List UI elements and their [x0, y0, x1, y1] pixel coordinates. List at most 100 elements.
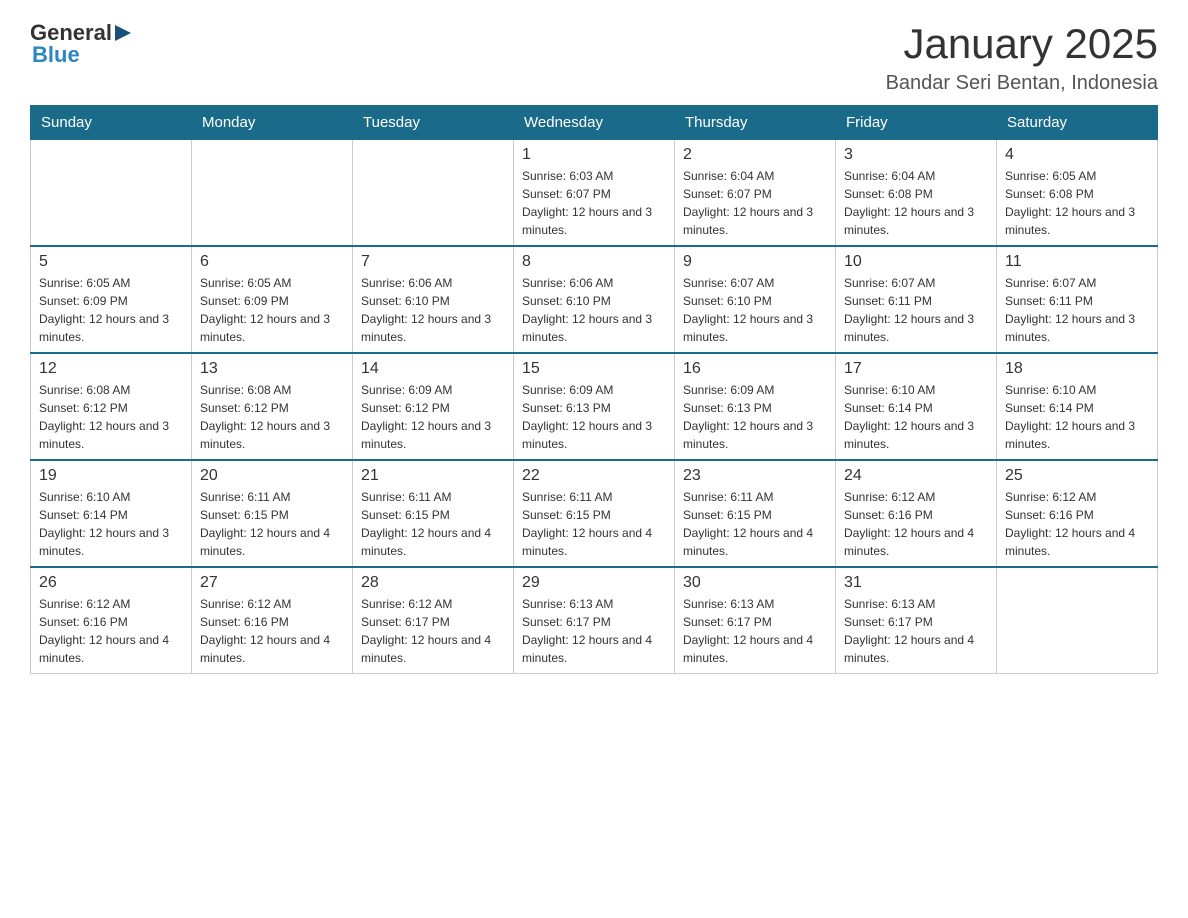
- calendar-cell: 23Sunrise: 6:11 AMSunset: 6:15 PMDayligh…: [675, 460, 836, 567]
- calendar-cell: 15 Sunrise: 6:09 AMSunset: 6:13 PMDayligh…: [514, 353, 675, 460]
- header-day-tuesday: Tuesday: [353, 106, 514, 140]
- week-row-3: 12 Sunrise: 6:08 AMSunset: 6:12 PMDayligh…: [31, 353, 1158, 460]
- calendar-cell: [997, 567, 1158, 674]
- day-info: Sunrise: 6:11 AMSunset: 6:15 PMDaylight:…: [200, 488, 344, 560]
- day-number: 30: [683, 574, 827, 592]
- day-info: Sunrise: 6:09 AMSunset: 6:12 PMDaylight:…: [361, 381, 505, 453]
- day-number: 28: [361, 574, 505, 592]
- calendar-cell: 30 Sunrise: 6:13 AMSunset: 6:17 PMDayligh…: [675, 567, 836, 674]
- day-number: 17: [844, 360, 988, 378]
- title-block: January 2025 Bandar Seri Bentan, Indones…: [886, 20, 1158, 95]
- day-number: 7: [361, 253, 505, 271]
- day-info: Sunrise: 6:09 AMSunset: 6:13 PMDaylight:…: [522, 381, 666, 453]
- calendar-cell: [353, 140, 514, 247]
- week-row-4: 19 Sunrise: 6:10 AMSunset: 6:14 PMDayligh…: [31, 460, 1158, 567]
- day-number: 8: [522, 253, 666, 271]
- day-number: 3: [844, 146, 988, 164]
- day-number: 6: [200, 253, 344, 271]
- week-row-1: 1 Sunrise: 6:03 AMSunset: 6:07 PMDaylight…: [31, 140, 1158, 247]
- calendar-cell: 7 Sunrise: 6:06 AMSunset: 6:10 PMDaylight…: [353, 246, 514, 353]
- day-info: Sunrise: 6:07 AMSunset: 6:11 PMDaylight:…: [844, 274, 988, 346]
- logo-blue-text: Blue: [32, 42, 80, 68]
- calendar-cell: 10Sunrise: 6:07 AMSunset: 6:11 PMDayligh…: [836, 246, 997, 353]
- day-info: Sunrise: 6:09 AMSunset: 6:13 PMDaylight:…: [683, 381, 827, 453]
- calendar-cell: 19 Sunrise: 6:10 AMSunset: 6:14 PMDayligh…: [31, 460, 192, 567]
- day-info: Sunrise: 6:13 AMSunset: 6:17 PMDaylight:…: [844, 595, 988, 667]
- week-row-5: 26 Sunrise: 6:12 AMSunset: 6:16 PMDayligh…: [31, 567, 1158, 674]
- calendar-cell: 31 Sunrise: 6:13 AMSunset: 6:17 PMDayligh…: [836, 567, 997, 674]
- day-info: Sunrise: 6:10 AMSunset: 6:14 PMDaylight:…: [1005, 381, 1149, 453]
- day-number: 29: [522, 574, 666, 592]
- calendar-cell: 25 Sunrise: 6:12 AMSunset: 6:16 PMDayligh…: [997, 460, 1158, 567]
- calendar-cell: 2 Sunrise: 6:04 AMSunset: 6:07 PMDaylight…: [675, 140, 836, 247]
- day-number: 13: [200, 360, 344, 378]
- day-number: 18: [1005, 360, 1149, 378]
- calendar-cell: 18 Sunrise: 6:10 AMSunset: 6:14 PMDayligh…: [997, 353, 1158, 460]
- logo-flag-icon: [113, 23, 133, 43]
- day-number: 12: [39, 360, 183, 378]
- calendar-cell: 29 Sunrise: 6:13 AMSunset: 6:17 PMDayligh…: [514, 567, 675, 674]
- week-row-2: 5Sunrise: 6:05 AMSunset: 6:09 PMDaylight…: [31, 246, 1158, 353]
- header-row: SundayMondayTuesdayWednesdayThursdayFrid…: [31, 106, 1158, 140]
- calendar-cell: [192, 140, 353, 247]
- calendar-cell: 14Sunrise: 6:09 AMSunset: 6:12 PMDayligh…: [353, 353, 514, 460]
- day-info: Sunrise: 6:07 AMSunset: 6:10 PMDaylight:…: [683, 274, 827, 346]
- day-number: 31: [844, 574, 988, 592]
- day-info: Sunrise: 6:12 AMSunset: 6:16 PMDaylight:…: [39, 595, 183, 667]
- calendar-cell: 28 Sunrise: 6:12 AMSunset: 6:17 PMDayligh…: [353, 567, 514, 674]
- day-info: Sunrise: 6:06 AMSunset: 6:10 PMDaylight:…: [522, 274, 666, 346]
- day-number: 1: [522, 146, 666, 164]
- day-info: Sunrise: 6:12 AMSunset: 6:16 PMDaylight:…: [200, 595, 344, 667]
- header-day-wednesday: Wednesday: [514, 106, 675, 140]
- calendar-cell: 5Sunrise: 6:05 AMSunset: 6:09 PMDaylight…: [31, 246, 192, 353]
- day-number: 24: [844, 467, 988, 485]
- calendar-title: January 2025: [886, 20, 1158, 68]
- header-day-monday: Monday: [192, 106, 353, 140]
- calendar-cell: 24 Sunrise: 6:12 AMSunset: 6:16 PMDayligh…: [836, 460, 997, 567]
- day-info: Sunrise: 6:07 AMSunset: 6:11 PMDaylight:…: [1005, 274, 1149, 346]
- day-number: 25: [1005, 467, 1149, 485]
- day-info: Sunrise: 6:04 AMSunset: 6:08 PMDaylight:…: [844, 167, 988, 239]
- day-info: Sunrise: 6:12 AMSunset: 6:17 PMDaylight:…: [361, 595, 505, 667]
- day-info: Sunrise: 6:05 AMSunset: 6:09 PMDaylight:…: [39, 274, 183, 346]
- day-number: 26: [39, 574, 183, 592]
- day-number: 15: [522, 360, 666, 378]
- calendar-cell: 1 Sunrise: 6:03 AMSunset: 6:07 PMDaylight…: [514, 140, 675, 247]
- day-number: 9: [683, 253, 827, 271]
- calendar-cell: 20 Sunrise: 6:11 AMSunset: 6:15 PMDayligh…: [192, 460, 353, 567]
- day-number: 22: [522, 467, 666, 485]
- day-info: Sunrise: 6:12 AMSunset: 6:16 PMDaylight:…: [844, 488, 988, 560]
- day-number: 19: [39, 467, 183, 485]
- day-number: 2: [683, 146, 827, 164]
- day-info: Sunrise: 6:08 AMSunset: 6:12 PMDaylight:…: [200, 381, 344, 453]
- day-info: Sunrise: 6:10 AMSunset: 6:14 PMDaylight:…: [39, 488, 183, 560]
- day-number: 20: [200, 467, 344, 485]
- day-number: 21: [361, 467, 505, 485]
- day-info: Sunrise: 6:05 AMSunset: 6:09 PMDaylight:…: [200, 274, 344, 346]
- header-day-friday: Friday: [836, 106, 997, 140]
- calendar-cell: 4Sunrise: 6:05 AMSunset: 6:08 PMDaylight…: [997, 140, 1158, 247]
- header-day-sunday: Sunday: [31, 106, 192, 140]
- calendar-cell: 12Sunrise: 6:08 AMSunset: 6:12 PMDayligh…: [31, 353, 192, 460]
- calendar-cell: [31, 140, 192, 247]
- day-number: 23: [683, 467, 827, 485]
- calendar-cell: 21 Sunrise: 6:11 AMSunset: 6:15 PMDayligh…: [353, 460, 514, 567]
- day-info: Sunrise: 6:12 AMSunset: 6:16 PMDaylight:…: [1005, 488, 1149, 560]
- calendar-cell: 27 Sunrise: 6:12 AMSunset: 6:16 PMDayligh…: [192, 567, 353, 674]
- day-number: 27: [200, 574, 344, 592]
- calendar-table: SundayMondayTuesdayWednesdayThursdayFrid…: [30, 105, 1158, 674]
- day-info: Sunrise: 6:13 AMSunset: 6:17 PMDaylight:…: [683, 595, 827, 667]
- calendar-cell: 22Sunrise: 6:11 AMSunset: 6:15 PMDayligh…: [514, 460, 675, 567]
- logo: General Blue: [30, 20, 133, 68]
- day-number: 16: [683, 360, 827, 378]
- page-header: General Blue January 2025 Bandar Seri Be…: [30, 20, 1158, 95]
- day-info: Sunrise: 6:13 AMSunset: 6:17 PMDaylight:…: [522, 595, 666, 667]
- day-number: 4: [1005, 146, 1149, 164]
- calendar-cell: 8 Sunrise: 6:06 AMSunset: 6:10 PMDaylight…: [514, 246, 675, 353]
- header-day-thursday: Thursday: [675, 106, 836, 140]
- day-info: Sunrise: 6:06 AMSunset: 6:10 PMDaylight:…: [361, 274, 505, 346]
- day-info: Sunrise: 6:11 AMSunset: 6:15 PMDaylight:…: [361, 488, 505, 560]
- calendar-cell: 26 Sunrise: 6:12 AMSunset: 6:16 PMDayligh…: [31, 567, 192, 674]
- day-info: Sunrise: 6:03 AMSunset: 6:07 PMDaylight:…: [522, 167, 666, 239]
- day-info: Sunrise: 6:04 AMSunset: 6:07 PMDaylight:…: [683, 167, 827, 239]
